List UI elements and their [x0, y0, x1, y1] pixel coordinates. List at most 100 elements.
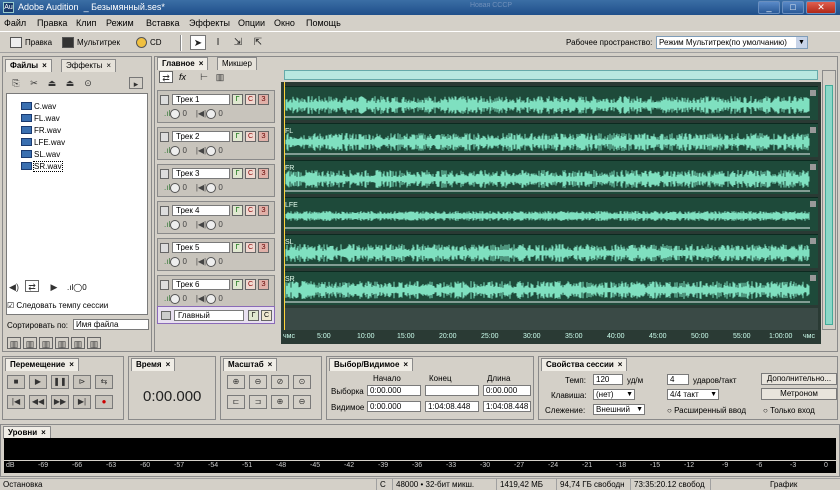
minimize-button[interactable]: _: [758, 1, 780, 14]
beats-field[interactable]: 4: [667, 374, 689, 385]
menu-edit[interactable]: Правка: [37, 18, 67, 28]
mute-button[interactable]: Г: [232, 242, 243, 253]
move-tool-icon[interactable]: ➤: [190, 35, 206, 50]
list-item[interactable]: FR.wav: [21, 125, 61, 136]
tab-mixer[interactable]: Микшер: [217, 57, 257, 70]
mute-button[interactable]: Г: [232, 205, 243, 216]
full-paths-icon[interactable]: ▥: [87, 337, 101, 349]
tab-main[interactable]: Главное ×: [157, 57, 209, 70]
go-to-end-icon[interactable]: ▶|: [73, 395, 91, 409]
overview-bar[interactable]: [284, 70, 818, 80]
show-files-icon[interactable]: ▥: [7, 337, 21, 349]
record-icon[interactable]: ●: [95, 395, 113, 409]
extended-input-radio[interactable]: ○ Расширенный ввод: [667, 406, 746, 415]
maximize-button[interactable]: □: [782, 1, 804, 14]
selection-end-field[interactable]: [425, 385, 479, 396]
zoom-selection-icon[interactable]: ⊙: [293, 375, 311, 389]
workspace-select[interactable]: Режим Мультитрек(по умолчанию) ▼: [656, 36, 808, 49]
volume-pan-controls[interactable]: .ıl 0 |◀| 0: [164, 220, 223, 230]
track-name-field[interactable]: Трек 6: [172, 279, 230, 290]
list-item[interactable]: LFE.wav: [21, 137, 65, 148]
list-item[interactable]: FL.wav: [21, 113, 60, 124]
insert-cd-icon[interactable]: ⏏: [63, 77, 77, 89]
track-lane[interactable]: SL: [284, 234, 818, 268]
menu-insert[interactable]: Вставка: [146, 18, 179, 28]
volume-pan-controls[interactable]: .ıl 0 |◀| 0: [164, 294, 223, 304]
eq-icon[interactable]: ▥: [213, 71, 227, 83]
track-handle-icon[interactable]: [160, 280, 169, 290]
selection-length-field[interactable]: 0:00.000: [483, 385, 531, 396]
advanced-button[interactable]: Дополнительно...: [761, 373, 837, 385]
effects-rack-icon[interactable]: fx: [179, 72, 186, 82]
solo-button[interactable]: С: [245, 94, 256, 105]
input-only-radio[interactable]: ○ Только вход: [763, 406, 815, 415]
follow-tempo-checkbox[interactable]: ☑ Следовать темпу сессии: [7, 301, 108, 310]
pause-icon[interactable]: ❚❚: [51, 375, 69, 389]
track-handle-icon[interactable]: [160, 243, 169, 253]
list-item[interactable]: SL.wav: [21, 149, 60, 160]
record-button[interactable]: З: [258, 131, 269, 142]
record-button[interactable]: З: [258, 205, 269, 216]
scrollbar-thumb[interactable]: [825, 85, 833, 325]
selection-start-field[interactable]: 0:00.000: [367, 385, 421, 396]
volume-pan-controls[interactable]: .ıl 0 |◀| 0: [164, 257, 223, 267]
track-lane[interactable]: SR: [284, 271, 818, 305]
meter-select[interactable]: 4/4 такт ▼: [667, 389, 719, 400]
tab-files[interactable]: Файлы ×: [5, 59, 52, 72]
master-mute-button[interactable]: Г: [248, 310, 259, 321]
show-video-icon[interactable]: ▥: [55, 337, 69, 349]
edit-file-icon[interactable]: ⊙: [81, 77, 95, 89]
tab-transport[interactable]: Перемещение ×: [5, 358, 79, 371]
volume-pan-controls[interactable]: .ıl 0 |◀| 0: [164, 146, 223, 156]
zoom-left-icon[interactable]: ⊏: [227, 395, 245, 409]
scrub-tool-icon[interactable]: ⇱: [250, 35, 266, 50]
loop-icon[interactable]: ⇆: [95, 375, 113, 389]
zoom-out-vertical-icon[interactable]: ⊖: [293, 395, 311, 409]
zoom-in-vertical-icon[interactable]: ⊕: [271, 395, 289, 409]
track-header[interactable]: Трек 4 Г С З .ıl 0 |◀| 0: [157, 201, 275, 234]
record-button[interactable]: З: [258, 168, 269, 179]
time-ruler[interactable]: чмс 5:00 10:00 15:00 20:00 25:00 30:00 3…: [281, 330, 821, 344]
view-length-field[interactable]: 1:04:08.448: [483, 401, 531, 412]
sends-icon[interactable]: ⊢: [197, 71, 211, 83]
time-selection-tool-icon[interactable]: I: [210, 35, 226, 50]
play-from-cursor-icon[interactable]: ⊳: [73, 375, 91, 389]
master-handle-icon[interactable]: [161, 311, 171, 320]
zoom-in-horizontal-icon[interactable]: ⊕: [227, 375, 245, 389]
metronome-button[interactable]: Метроном: [761, 388, 837, 400]
solo-button[interactable]: С: [245, 242, 256, 253]
list-item-selected[interactable]: SR.wav: [21, 161, 63, 172]
menu-clip[interactable]: Клип: [76, 18, 96, 28]
tempo-field[interactable]: 120: [593, 374, 623, 385]
mute-button[interactable]: Г: [232, 131, 243, 142]
track-lane[interactable]: [284, 86, 818, 120]
menu-options[interactable]: Опции: [238, 18, 265, 28]
rewind-icon[interactable]: ◀◀: [29, 395, 47, 409]
play-icon[interactable]: ▶: [47, 281, 61, 293]
track-handle-icon[interactable]: [160, 95, 169, 105]
show-cd-icon[interactable]: ▥: [71, 337, 85, 349]
hybrid-tool-icon[interactable]: ⇲: [230, 35, 246, 50]
track-lanes[interactable]: FL FR LFE SL SR: [281, 82, 821, 330]
track-lane[interactable]: FL: [284, 123, 818, 157]
multitrack-view-button[interactable]: Мультитрек: [62, 36, 120, 50]
mute-button[interactable]: Г: [232, 168, 243, 179]
close-button[interactable]: ✕: [806, 1, 836, 14]
fast-forward-icon[interactable]: ▶▶: [51, 395, 69, 409]
master-solo-button[interactable]: С: [261, 310, 272, 321]
track-header[interactable]: Трек 6 Г С З .ıl 0 |◀| 0: [157, 275, 275, 308]
zoom-right-icon[interactable]: ⊐: [249, 395, 267, 409]
edit-view-button[interactable]: Правка: [10, 36, 52, 50]
playhead[interactable]: [284, 82, 285, 330]
import-file-icon[interactable]: ⎘: [9, 77, 23, 89]
routing-icon[interactable]: ⇄: [159, 71, 173, 83]
track-header[interactable]: Трек 5 Г С З .ıl 0 |◀| 0: [157, 238, 275, 271]
menu-window[interactable]: Окно: [274, 18, 295, 28]
go-to-start-icon[interactable]: |◀: [7, 395, 25, 409]
track-lane[interactable]: FR: [284, 160, 818, 194]
key-select[interactable]: (нет) ▼: [593, 389, 635, 400]
menu-effects[interactable]: Эффекты: [189, 18, 230, 28]
record-button[interactable]: З: [258, 242, 269, 253]
solo-button[interactable]: С: [245, 279, 256, 290]
track-handle-icon[interactable]: [160, 132, 169, 142]
